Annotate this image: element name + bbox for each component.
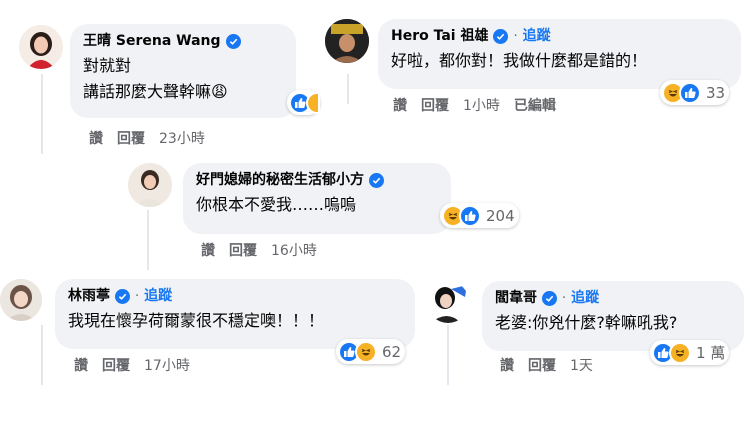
- reply-button[interactable]: 回覆: [117, 128, 145, 148]
- reaction-count: 33: [706, 83, 726, 102]
- follow-button[interactable]: 追蹤: [571, 289, 599, 308]
- reaction-count: 204: [486, 206, 515, 225]
- comment-actions: 讚 回覆 17小時: [74, 355, 190, 375]
- verified-icon: [225, 34, 241, 49]
- separator-dot: ·: [135, 289, 140, 304]
- comment-bubble: Hero Tai 祖雄 · 追蹤 好啦，都你對！我做什麼都是錯的！: [378, 19, 741, 89]
- reply-button[interactable]: 回覆: [229, 240, 257, 260]
- commenter-name[interactable]: 王晴 Serena Wang: [83, 32, 221, 51]
- comment-text: 我現在懷孕荷爾蒙很不穩定噢！！！: [68, 311, 325, 330]
- commenter-name[interactable]: 閻韋哥: [495, 289, 537, 308]
- comment-actions: 讚 回覆 23小時: [89, 128, 205, 148]
- avatar[interactable]: [128, 163, 172, 207]
- reaction-summary[interactable]: 33: [660, 80, 730, 105]
- reply-button[interactable]: 回覆: [102, 355, 130, 375]
- avatar[interactable]: [325, 19, 369, 63]
- verified-icon: [542, 291, 557, 306]
- avatar[interactable]: [0, 279, 42, 321]
- like-button[interactable]: 讚: [393, 95, 407, 115]
- avatar[interactable]: [427, 281, 469, 323]
- timestamp[interactable]: 17小時: [144, 355, 190, 375]
- reaction-summary[interactable]: 204: [440, 203, 519, 228]
- reaction-count: 1 萬: [696, 344, 726, 362]
- separator-dot: ·: [562, 291, 567, 306]
- commenter-name[interactable]: 好門媳婦的秘密生活郁小方: [196, 171, 364, 190]
- timestamp[interactable]: 23小時: [159, 128, 205, 148]
- comment-bubble: 好門媳婦的秘密生活郁小方 你根本不愛我……嗚嗚: [183, 163, 451, 234]
- haha-reaction-icon: [669, 341, 691, 364]
- comment-actions: 讚 回覆 16小時: [201, 240, 317, 260]
- reaction-count: 62: [382, 342, 402, 361]
- follow-button[interactable]: 追蹤: [523, 27, 551, 46]
- timestamp[interactable]: 1天: [570, 355, 593, 375]
- comment-actions: 讚 回覆 1小時 已編輯: [393, 95, 556, 115]
- haha-reaction-icon: [355, 340, 377, 363]
- commenter-name[interactable]: 林雨葶: [68, 287, 110, 306]
- timestamp[interactable]: 1小時: [463, 95, 500, 115]
- verified-icon: [115, 289, 130, 304]
- reaction-summary[interactable]: 62: [336, 339, 406, 364]
- comment-text: 講話那麼大聲幹嘛😩: [83, 82, 228, 101]
- verified-icon: [369, 173, 384, 188]
- thread-line: [41, 325, 43, 385]
- avatar[interactable]: [19, 25, 63, 69]
- separator-dot: ·: [513, 29, 518, 44]
- comment-text: 對就對: [83, 56, 132, 75]
- verified-icon: [493, 29, 509, 44]
- comment-actions: 讚 回覆 1天: [500, 355, 593, 375]
- like-button[interactable]: 讚: [74, 355, 88, 375]
- reply-button[interactable]: 回覆: [421, 95, 449, 115]
- like-reaction-icon: [459, 204, 481, 227]
- haha-reaction-icon: [306, 91, 320, 114]
- timestamp[interactable]: 16小時: [271, 240, 317, 260]
- weary-emoji-icon: 😩: [211, 82, 228, 101]
- edited-label: 已編輯: [513, 98, 556, 114]
- thread-line: [347, 74, 349, 104]
- comment-bubble: 王晴 Serena Wang 對就對 講話那麼大聲幹嘛😩: [70, 24, 296, 118]
- like-button[interactable]: 讚: [89, 128, 103, 148]
- reply-button[interactable]: 回覆: [528, 355, 556, 375]
- like-button[interactable]: 讚: [201, 240, 215, 260]
- thread-line: [447, 325, 449, 385]
- comment-text: 好啦，都你對！我做什麼都是錯的！: [391, 51, 648, 70]
- comment-text: 老婆:你兇什麼?幹嘛吼我?: [495, 313, 678, 332]
- thread-line: [41, 74, 43, 154]
- like-reaction-icon: [679, 81, 701, 104]
- reaction-summary[interactable]: [287, 90, 320, 115]
- reaction-summary[interactable]: 1 萬: [650, 340, 730, 365]
- like-button[interactable]: 讚: [500, 355, 514, 375]
- comment-text: 你根本不愛我……嗚嗚: [196, 195, 357, 214]
- follow-button[interactable]: 追蹤: [144, 287, 172, 306]
- thread-line: [147, 210, 149, 270]
- commenter-name[interactable]: Hero Tai 祖雄: [391, 27, 488, 46]
